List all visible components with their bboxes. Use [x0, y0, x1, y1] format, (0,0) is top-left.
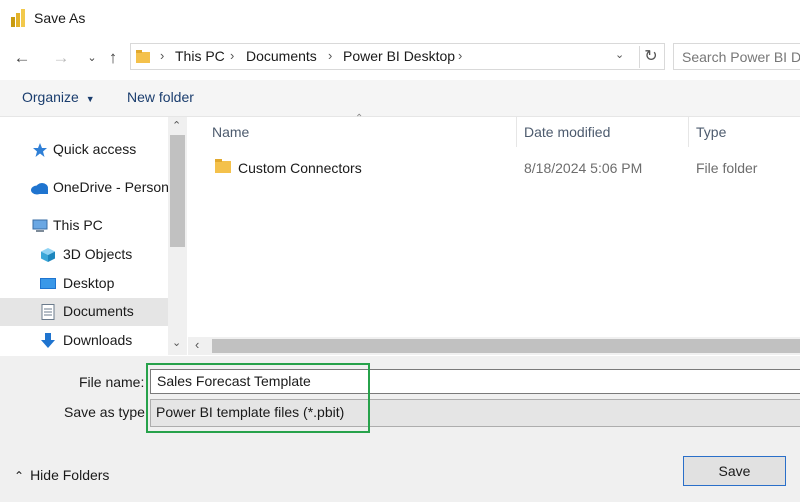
- scrollbar-thumb[interactable]: [212, 339, 800, 353]
- search-input[interactable]: Search Power BI Desktop: [673, 43, 800, 70]
- folder-icon: [136, 50, 150, 63]
- column-divider[interactable]: [688, 117, 689, 147]
- sidebar-item-label: 3D Objects: [63, 246, 133, 262]
- column-header-date-modified[interactable]: Date modified: [524, 124, 610, 140]
- sidebar-item-documents[interactable]: Documents: [0, 298, 168, 326]
- scroll-down-chevron-icon[interactable]: ⌄: [172, 336, 181, 349]
- sort-ascending-icon: ⌃: [355, 113, 364, 124]
- sidebar-item-3d-objects[interactable]: 3D Objects: [0, 241, 168, 269]
- cloud-icon: [31, 183, 48, 195]
- new-folder-button[interactable]: New folder: [127, 89, 194, 105]
- window-title: Save As: [34, 10, 86, 26]
- power-bi-icon: [11, 9, 25, 27]
- scroll-left-chevron-icon[interactable]: ‹: [195, 337, 199, 352]
- star-icon: [33, 143, 47, 157]
- document-icon: [41, 304, 55, 320]
- file-name-label: File name:: [79, 374, 145, 390]
- title-bar: [0, 0, 800, 38]
- breadcrumb-this-pc[interactable]: This PC: [175, 48, 225, 64]
- up-arrow-icon[interactable]: ↑: [101, 47, 125, 69]
- breadcrumb-power-bi-desktop[interactable]: Power BI Desktop: [343, 48, 455, 64]
- breadcrumb-separator-icon[interactable]: ›: [458, 48, 462, 63]
- breadcrumb-separator-icon[interactable]: ›: [328, 48, 332, 63]
- sidebar-item-this-pc[interactable]: This PC: [0, 212, 168, 240]
- desktop-icon: [40, 278, 56, 289]
- breadcrumb-documents[interactable]: Documents: [246, 48, 317, 64]
- file-list: [188, 117, 800, 337]
- cube-icon: [41, 248, 55, 262]
- organize-button[interactable]: Organize ▼: [22, 89, 95, 105]
- sidebar-item-label: Desktop: [63, 275, 115, 291]
- column-header-name[interactable]: Name: [212, 124, 249, 140]
- column-divider[interactable]: [516, 117, 517, 147]
- save-button[interactable]: Save: [683, 456, 786, 486]
- folder-icon: [215, 159, 231, 173]
- sidebar-item-onedrive[interactable]: OneDrive - Personal: [0, 174, 168, 202]
- address-bar[interactable]: › This PC › Documents › Power BI Desktop…: [130, 43, 665, 70]
- sidebar-item-label: Quick access: [53, 141, 137, 157]
- scrollbar-thumb[interactable]: [170, 135, 185, 247]
- hide-folders-label: Hide Folders: [30, 467, 110, 483]
- date-modified-cell: 8/18/2024 5:06 PM: [524, 160, 643, 176]
- highlight-box: [146, 363, 370, 433]
- breadcrumb-separator-icon[interactable]: ›: [160, 48, 164, 63]
- sidebar-item-quick-access[interactable]: Quick access: [0, 136, 168, 164]
- sidebar-item-label: Documents: [63, 303, 134, 319]
- address-dropdown-chevron-icon[interactable]: ⌄: [615, 48, 624, 61]
- sidebar-item-downloads[interactable]: Downloads: [0, 327, 168, 355]
- organize-label: Organize: [22, 89, 79, 105]
- forward-arrow-icon[interactable]: →: [49, 47, 73, 69]
- back-arrow-icon[interactable]: ←: [10, 47, 34, 69]
- chevron-up-icon: ⌃: [14, 469, 25, 483]
- refresh-icon[interactable]: ↻: [639, 46, 662, 68]
- hide-folders-button[interactable]: ⌃ Hide Folders: [14, 467, 109, 483]
- file-name-cell[interactable]: Custom Connectors: [238, 160, 362, 176]
- sidebar-item-desktop[interactable]: Desktop: [0, 270, 168, 298]
- dropdown-triangle-icon: ▼: [85, 94, 95, 104]
- breadcrumb-separator-icon[interactable]: ›: [230, 48, 234, 63]
- sidebar-item-label: OneDrive - Personal: [53, 179, 168, 195]
- scroll-up-chevron-icon[interactable]: ⌃: [172, 119, 181, 132]
- type-cell: File folder: [696, 160, 758, 176]
- sidebar-item-label: This PC: [53, 217, 103, 233]
- computer-icon: [32, 219, 48, 232]
- navigation-pane: Quick access OneDrive - Personal This PC…: [0, 117, 168, 355]
- sidebar-item-label: Downloads: [63, 332, 133, 348]
- command-toolbar: [0, 80, 800, 117]
- download-icon: [41, 333, 55, 348]
- column-header-type[interactable]: Type: [696, 124, 726, 140]
- save-as-type-label: Save as type:: [64, 404, 149, 420]
